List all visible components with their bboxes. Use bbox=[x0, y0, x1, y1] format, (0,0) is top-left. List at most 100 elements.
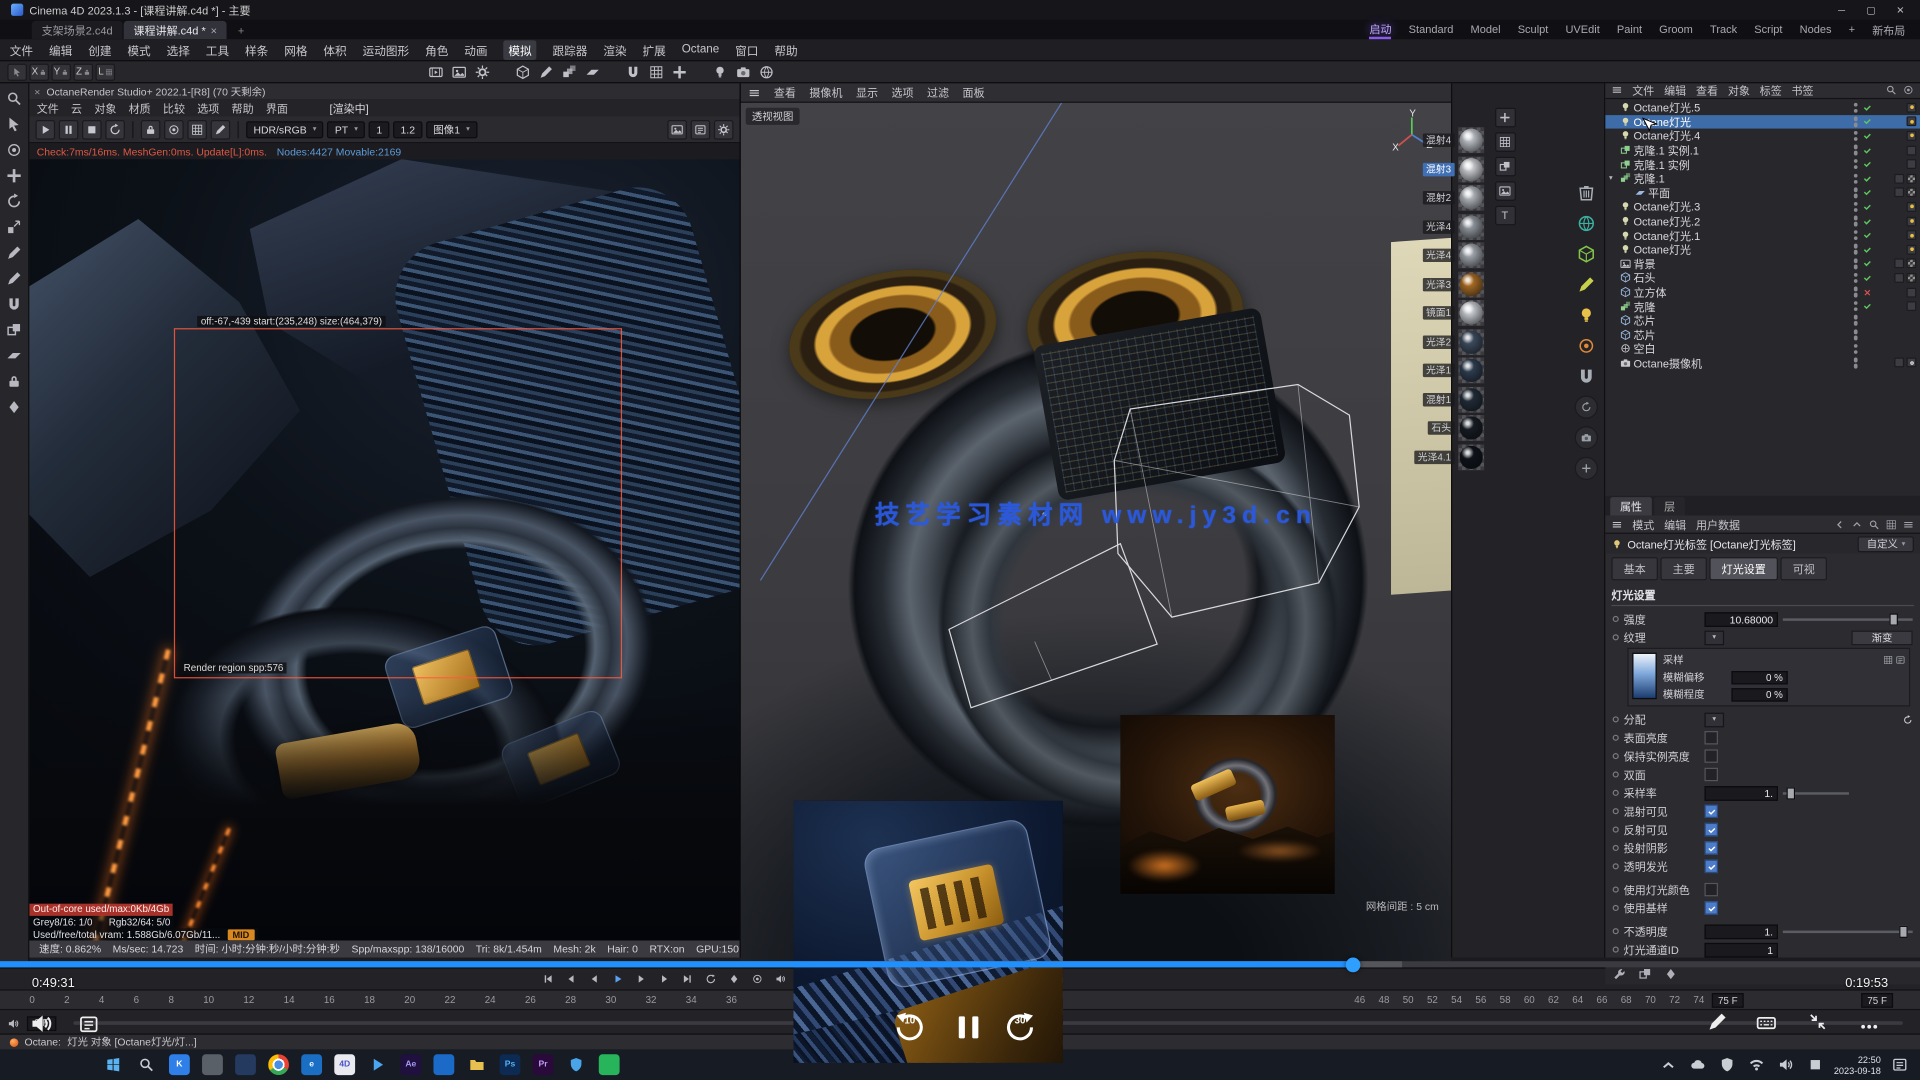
layout-tab[interactable]: Sculpt bbox=[1518, 23, 1549, 35]
object-menu-item[interactable]: 文件 bbox=[1632, 81, 1654, 97]
texture-dropdown[interactable] bbox=[1704, 630, 1724, 645]
visibility-dots[interactable] bbox=[1853, 145, 1857, 155]
layout-tab[interactable]: Paint bbox=[1617, 23, 1642, 35]
burger-icon[interactable] bbox=[748, 86, 760, 98]
menubar-item[interactable]: 角色 bbox=[425, 41, 448, 58]
object-row[interactable]: 克隆 bbox=[1605, 299, 1920, 313]
magnet-tool-button[interactable] bbox=[6, 296, 22, 312]
octane-menu-item[interactable]: 帮助 bbox=[232, 100, 254, 116]
options-menu-button[interactable] bbox=[1903, 519, 1914, 530]
manager-tab[interactable]: 层 bbox=[1654, 497, 1685, 515]
menubar-item[interactable]: 创建 bbox=[88, 41, 111, 58]
burger-icon[interactable] bbox=[1611, 519, 1622, 530]
checkbox[interactable] bbox=[1704, 883, 1717, 896]
tray-security[interactable] bbox=[1716, 1054, 1737, 1075]
edit-mesh-button[interactable] bbox=[1574, 242, 1597, 265]
taskbar-edge[interactable]: e bbox=[301, 1054, 322, 1075]
attribute-menu-item[interactable]: 编辑 bbox=[1664, 516, 1686, 532]
tray-network[interactable] bbox=[1746, 1054, 1767, 1075]
material-thumbnail[interactable] bbox=[1458, 329, 1484, 355]
anim-dot-icon[interactable] bbox=[1613, 887, 1619, 893]
material-thumbnail[interactable] bbox=[1458, 444, 1484, 470]
pause-button[interactable] bbox=[948, 1009, 990, 1046]
taskbar-media-app[interactable] bbox=[235, 1054, 256, 1075]
player-more-button[interactable] bbox=[1859, 1016, 1880, 1037]
go-up-button[interactable] bbox=[1851, 519, 1862, 530]
visibility-dots[interactable] bbox=[1853, 159, 1857, 169]
manager-tab[interactable]: 属性 bbox=[1610, 497, 1652, 515]
render-settings-button[interactable] bbox=[473, 62, 493, 80]
material-item[interactable]: 混射1 bbox=[1342, 386, 1484, 412]
light-tag[interactable] bbox=[1907, 230, 1917, 240]
render-region-button[interactable] bbox=[187, 119, 207, 139]
octane-close-button[interactable]: × bbox=[34, 85, 40, 97]
checkbox[interactable] bbox=[1704, 804, 1717, 817]
add-layout-button[interactable]: + bbox=[1849, 23, 1855, 35]
play-button[interactable] bbox=[609, 971, 627, 986]
layout-tab[interactable]: 启动 bbox=[1369, 20, 1391, 38]
stop-render-button[interactable] bbox=[82, 119, 102, 139]
viewport-name-label[interactable]: 透视视图 bbox=[746, 108, 800, 125]
workplane-button[interactable] bbox=[647, 62, 667, 80]
render-region-rect[interactable]: off:-67,-439 start:(235,248) size:(464,3… bbox=[174, 328, 622, 678]
menubar-item[interactable]: 模式 bbox=[127, 41, 150, 58]
gradient-preview[interactable] bbox=[1632, 653, 1656, 700]
object-row[interactable]: 石头 bbox=[1605, 271, 1920, 285]
player-edit-button[interactable] bbox=[1707, 1011, 1728, 1032]
checkbox[interactable] bbox=[1704, 841, 1717, 854]
taskbar-chat-app[interactable] bbox=[599, 1054, 620, 1075]
record-key-button[interactable] bbox=[725, 971, 743, 986]
end-frame-field[interactable]: 75 F bbox=[1712, 993, 1744, 1008]
material-item[interactable]: 镜面1 bbox=[1342, 300, 1484, 326]
restart-render-button[interactable] bbox=[36, 119, 56, 139]
texture-tag[interactable] bbox=[1907, 188, 1917, 198]
search-attributes-button[interactable] bbox=[1869, 519, 1880, 530]
anim-dot-icon[interactable] bbox=[1613, 716, 1619, 722]
light-tag[interactable] bbox=[1907, 103, 1917, 113]
taskbar-photos[interactable] bbox=[433, 1054, 454, 1075]
viewport-menu-item[interactable]: 查看 bbox=[774, 84, 796, 100]
generic-tag[interactable] bbox=[1907, 301, 1917, 311]
axis-lock-z[interactable]: Z bbox=[73, 63, 93, 80]
taskbar-chrome[interactable] bbox=[268, 1054, 289, 1075]
material-thumbnail[interactable] bbox=[1458, 185, 1484, 211]
spline-pen-button[interactable] bbox=[536, 62, 556, 80]
maximize-button[interactable]: ▢ bbox=[1856, 4, 1885, 15]
coord-system-button[interactable]: L bbox=[96, 63, 116, 80]
object-row[interactable]: Octane灯光.5 bbox=[1605, 100, 1920, 114]
tray-volume[interactable] bbox=[1775, 1054, 1796, 1075]
lock-tool-button[interactable] bbox=[6, 373, 22, 389]
material-ball-button[interactable] bbox=[1574, 334, 1597, 357]
material-item[interactable]: 光泽1 bbox=[1342, 358, 1484, 384]
menubar-item[interactable]: 体积 bbox=[323, 41, 346, 58]
video-pip-product[interactable] bbox=[1120, 715, 1334, 894]
object-row[interactable]: 克隆.1 实例 bbox=[1605, 157, 1920, 171]
viewport-menu-item[interactable]: 摄像机 bbox=[809, 84, 842, 100]
section-tab[interactable]: 可视 bbox=[1780, 557, 1827, 580]
key-tool-button[interactable] bbox=[6, 399, 22, 415]
menubar-item[interactable]: 文件 bbox=[10, 41, 33, 58]
value-field[interactable]: 1. bbox=[1704, 786, 1777, 801]
menubar-item[interactable]: 动画 bbox=[464, 41, 487, 58]
object-menu-item[interactable]: 书签 bbox=[1792, 81, 1814, 97]
object-row[interactable]: Octane灯光.3 bbox=[1605, 200, 1920, 214]
rotate-tool-button[interactable] bbox=[6, 193, 22, 209]
value-slider[interactable] bbox=[1783, 612, 1913, 627]
taskbar-defender[interactable] bbox=[566, 1054, 587, 1075]
material-item[interactable]: 光泽4 bbox=[1342, 242, 1484, 268]
add-cube-button[interactable] bbox=[513, 62, 533, 80]
visibility-dots[interactable] bbox=[1853, 315, 1857, 325]
object-row[interactable]: 背景 bbox=[1605, 257, 1920, 271]
material-thumbnail[interactable] bbox=[1458, 243, 1484, 269]
menubar-item[interactable]: 窗口 bbox=[735, 41, 758, 58]
add-light-button[interactable] bbox=[710, 62, 730, 80]
checkbox[interactable] bbox=[1704, 901, 1717, 914]
light-tag[interactable] bbox=[1907, 216, 1917, 226]
anim-dot-icon[interactable] bbox=[1613, 947, 1619, 953]
tab-close-icon[interactable]: × bbox=[211, 24, 217, 36]
octane-render-view[interactable]: off:-67,-439 start:(235,248) size:(464,3… bbox=[29, 159, 739, 940]
taskbar-cinema4d[interactable]: 4D bbox=[334, 1054, 355, 1075]
material-thumbnail[interactable] bbox=[1458, 415, 1484, 441]
history-back-button[interactable] bbox=[1834, 519, 1845, 530]
maximize-view-button[interactable] bbox=[1494, 181, 1515, 201]
